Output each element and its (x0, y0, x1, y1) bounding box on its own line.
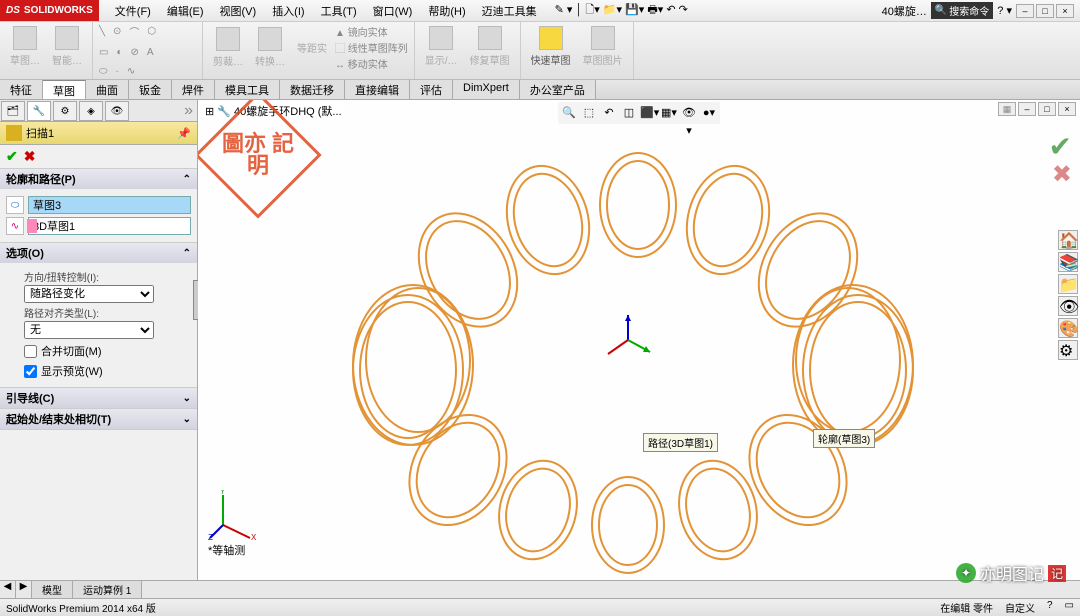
menu-tools[interactable]: 工具(T) (313, 1, 365, 21)
view-orientation-label: *等轴测 (208, 542, 245, 558)
btab-model[interactable]: 模型 (32, 581, 73, 598)
fm-tab-tree[interactable]: 🗂 (1, 101, 25, 121)
fm-tab-property[interactable]: 🔧 (27, 101, 51, 121)
tab-evaluate[interactable]: 评估 (410, 80, 453, 99)
status-mode: 在编辑 零件 (940, 600, 993, 615)
profile-icon: ⬭ (6, 196, 24, 214)
pm-confirm-bar: ✔ ✖ (0, 145, 197, 169)
tab-features[interactable]: 特征 (0, 80, 43, 99)
pm-section-guide-head[interactable]: 引导线(C)⌄ (0, 388, 197, 408)
help-icon[interactable]: ? ▾ (997, 4, 1012, 17)
profile-annotation: 轮廓(草图3) (813, 429, 875, 448)
ribbon-trim[interactable]: 剪裁… (209, 25, 247, 70)
menu-file[interactable]: 文件(F) (107, 1, 159, 21)
tab-dimxpert[interactable]: DimXpert (453, 80, 520, 99)
svg-text:Y: Y (220, 490, 226, 496)
tab-weldments[interactable]: 焊件 (172, 80, 215, 99)
fm-tab-display[interactable]: 👁 (105, 101, 129, 121)
cancel-button[interactable]: ✖ (24, 148, 36, 165)
btab-next[interactable]: ▶ (16, 581, 32, 598)
profile-field[interactable] (28, 196, 191, 214)
main-area: 🗂 🔧 ⚙ ◈ 👁 » 扫描1 📌 ✔ ✖ 轮廓和路径(P)⌃ ⬭ (0, 100, 1080, 580)
close-button[interactable]: × (1056, 4, 1074, 18)
status-custom[interactable]: 自定义 (1005, 600, 1035, 615)
ribbon-offset[interactable]: 等距实 (293, 38, 331, 57)
pm-section-options-head[interactable]: 选项(O)⌃ (0, 243, 197, 263)
preview-checkbox[interactable]: 显示预览(W) (24, 363, 191, 379)
direction-select[interactable]: 随路径变化 (24, 285, 154, 303)
sweep-icon (6, 125, 22, 141)
fm-tab-config[interactable]: ⚙ (53, 101, 77, 121)
fm-tab-more[interactable]: » (180, 100, 197, 121)
graphics-viewport[interactable]: ⊞ 🔧 40螺旋手环DHQ (默... 🔍 ⬚ ↶ ◫ ⬛▾ ▦▾ 👁▾ ●▾ … (198, 100, 1080, 580)
tab-sketch[interactable]: 草图 (43, 80, 86, 99)
ribbon-sketch-pic[interactable]: 草图图片 (579, 24, 627, 69)
pm-section-guide: 引导线(C)⌄ (0, 388, 197, 409)
btab-motion[interactable]: 运动算例 1 (73, 581, 142, 598)
ribbon-move[interactable]: ↔ 移动实体 (335, 56, 408, 71)
model-preview (198, 100, 1078, 580)
svg-text:X: X (251, 533, 257, 540)
menu-help[interactable]: 帮助(H) (420, 1, 473, 21)
status-help-icon[interactable]: ? (1047, 600, 1053, 615)
path-annotation: 路径(3D草图1) (643, 433, 718, 452)
align-label: 路径对齐类型(L): (24, 305, 191, 320)
menu-insert[interactable]: 插入(I) (264, 1, 312, 21)
path-icon: ∿ (6, 217, 24, 235)
title-quick-tools[interactable]: ✎ ▾ │ 🗋▾ 📁▾ 💾▾ 🖶▾ ↶ ↷ (555, 1, 688, 20)
pm-section-profile: 轮廓和路径(P)⌃ ⬭ ∿ (0, 169, 197, 243)
pm-header: 扫描1 📌 (0, 122, 197, 145)
left-panel: 🗂 🔧 ⚙ ◈ 👁 » 扫描1 📌 ✔ ✖ 轮廓和路径(P)⌃ ⬭ (0, 100, 198, 580)
ribbon: 草图… 智能… ╲⊙⌒⬡ ▭◐⊘A ⬭·∿ 剪裁… 转换… 等距实 ▲ 镜向实体… (0, 22, 1080, 80)
tab-office[interactable]: 办公室产品 (520, 80, 596, 99)
pm-section-tangency-head[interactable]: 起始处/结束处相切(T)⌄ (0, 409, 197, 429)
ribbon-smart-dim[interactable]: 智能… (48, 24, 86, 69)
pm-section-options: 选项(O)⌃ 方向/扭转控制(I): 随路径变化 路径对齐类型(L): 无 合并… (0, 243, 197, 388)
pm-section-tangency: 起始处/结束处相切(T)⌄ (0, 409, 197, 430)
ribbon-display[interactable]: 显示/… (421, 24, 462, 69)
tab-mold[interactable]: 模具工具 (215, 80, 280, 99)
merge-checkbox[interactable]: 合并切面(M) (24, 343, 191, 359)
pushpin-icon[interactable]: 📌 (177, 127, 191, 140)
motion-tab-bar: ◀ ▶ 模型 运动算例 1 (0, 580, 1080, 598)
status-version: SolidWorks Premium 2014 x64 版 (6, 600, 156, 615)
pm-title: 扫描1 (26, 125, 54, 141)
command-tab-bar: 特征 草图 曲面 钣金 焊件 模具工具 数据迁移 直接编辑 评估 DimXper… (0, 80, 1080, 100)
command-search[interactable]: 🔍 搜索命令 (931, 2, 993, 19)
pm-section-profile-head[interactable]: 轮廓和路径(P)⌃ (0, 169, 197, 189)
ribbon-repair[interactable]: 修复草图 (466, 24, 514, 69)
btab-prev[interactable]: ◀ (0, 581, 16, 598)
orientation-triad: Y X Z (208, 490, 258, 540)
menu-maidi[interactable]: 迈迪工具集 (474, 1, 545, 21)
status-unit-icon[interactable]: ▭ (1065, 600, 1074, 615)
menu-bar: 文件(F) 编辑(E) 视图(V) 插入(I) 工具(T) 窗口(W) 帮助(H… (107, 1, 545, 21)
ribbon-convert[interactable]: 转换… (251, 25, 289, 70)
direction-label: 方向/扭转控制(I): (24, 269, 191, 284)
tab-data-migration[interactable]: 数据迁移 (280, 80, 345, 99)
svg-text:Z: Z (208, 533, 213, 540)
ribbon-quick-sketch[interactable]: 快速草图 (527, 24, 575, 69)
path-indicator-icon (27, 219, 37, 233)
tab-surfaces[interactable]: 曲面 (86, 80, 129, 99)
minimize-button[interactable]: – (1016, 4, 1034, 18)
ribbon-mirror[interactable]: ▲ 镜向实体 (335, 24, 408, 39)
menu-edit[interactable]: 编辑(E) (159, 1, 212, 21)
tab-sheetmetal[interactable]: 钣金 (129, 80, 172, 99)
doc-title: 40螺旋… (882, 3, 927, 19)
footer-watermark: ✦ 亦明图记 记 (956, 561, 1066, 585)
app-logo: DSSOLIDWORKS (0, 0, 99, 21)
ribbon-sketch[interactable]: 草图… (6, 24, 44, 69)
menu-view[interactable]: 视图(V) (212, 1, 265, 21)
ribbon-linear-pattern[interactable]: ⬚ 线性草图阵列 (335, 40, 408, 55)
maximize-button[interactable]: □ (1036, 4, 1054, 18)
title-bar: DSSOLIDWORKS 文件(F) 编辑(E) 视图(V) 插入(I) 工具(… (0, 0, 1080, 22)
fm-tab-dimxpert[interactable]: ◈ (79, 101, 103, 121)
tab-direct-edit[interactable]: 直接编辑 (345, 80, 410, 99)
align-select[interactable]: 无 (24, 321, 154, 339)
status-bar: SolidWorks Premium 2014 x64 版 在编辑 零件 自定义… (0, 598, 1080, 616)
path-field[interactable] (28, 217, 191, 235)
feature-manager-tabs: 🗂 🔧 ⚙ ◈ 👁 » (0, 100, 197, 122)
ok-button[interactable]: ✔ (6, 148, 18, 165)
menu-window[interactable]: 窗口(W) (365, 1, 421, 21)
